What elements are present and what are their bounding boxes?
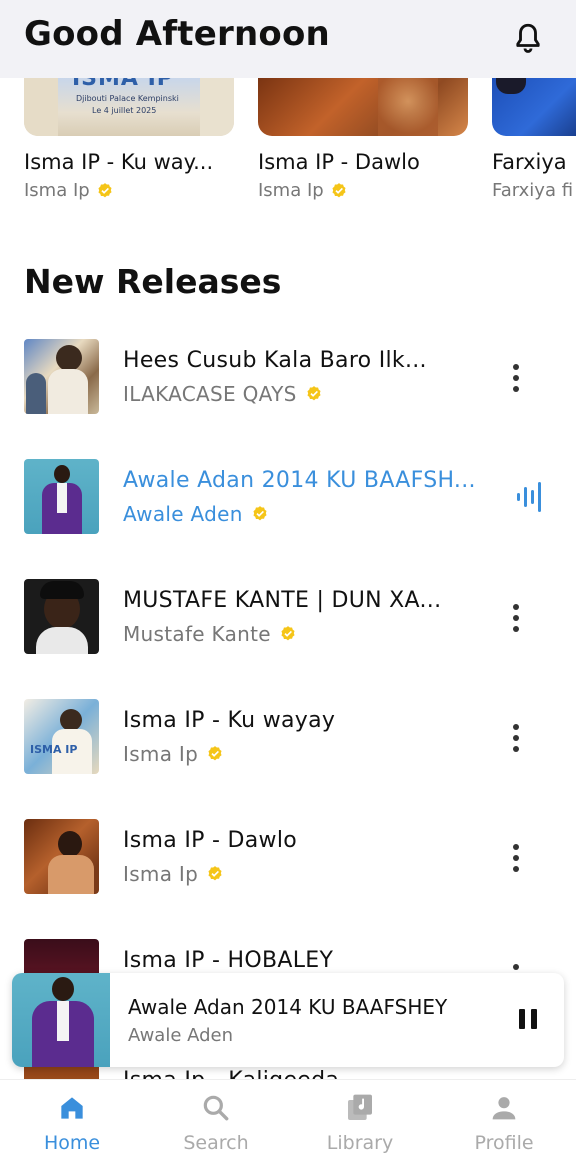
nav-label: Home — [43, 1132, 101, 1154]
verified-icon — [332, 182, 346, 197]
home-icon — [61, 1097, 83, 1119]
card-artist: Isma Ip — [258, 180, 470, 201]
nav-library[interactable]: Library — [288, 1080, 432, 1167]
list-item[interactable]: MUSTAFE KANTE | DUN XA... Mustafe Kante — [0, 570, 576, 670]
track-artist: Awale Aden — [123, 502, 269, 526]
track-artist: Isma Ip — [123, 862, 224, 886]
nav-label: Profile — [474, 1132, 534, 1154]
nav-profile[interactable]: Profile — [432, 1080, 576, 1167]
verified-icon — [307, 386, 321, 401]
nav-home[interactable]: Home — [0, 1080, 144, 1167]
now-playing-thumbnail — [12, 973, 110, 1067]
track-title: Isma IP - HOBALEY — [123, 948, 334, 973]
pause-icon[interactable] — [517, 1007, 539, 1031]
card-title: Isma IP - Dawlo — [258, 150, 420, 174]
mini-player[interactable]: Awale Adan 2014 KU BAAFSHEY Awale Aden — [12, 973, 564, 1067]
now-playing-artist: Awale Aden — [128, 1025, 234, 1046]
track-artist: Mustafe Kante — [123, 622, 297, 646]
track-thumbnail — [24, 459, 99, 534]
card-artist: Isma Ip — [24, 180, 236, 201]
list-item[interactable]: Awale Adan 2014 KU BAAFSH... Awale Aden — [0, 450, 576, 550]
search-icon — [203, 1095, 229, 1121]
bell-icon[interactable] — [510, 20, 546, 56]
verified-icon — [208, 746, 222, 761]
track-title: MUSTAFE KANTE | DUN XA... — [123, 588, 442, 613]
track-title: Hees Cusub Kala Baro Ilk... — [123, 348, 427, 373]
verified-icon — [98, 182, 112, 197]
bottom-navigation: Home Search Library Profile — [0, 1079, 576, 1167]
thumbnail-brand: ISMA IP — [30, 743, 78, 756]
verified-icon — [253, 506, 267, 521]
now-playing-equalizer-icon — [517, 482, 541, 512]
track-title: Isma IP - Dawlo — [123, 828, 298, 853]
verified-icon — [208, 866, 222, 881]
track-artist-name: Awale Aden — [123, 502, 243, 526]
track-artist: ILAKACASE QAYS — [123, 382, 323, 406]
card-artist-name: Farxiya fi — [492, 180, 574, 201]
library-icon — [348, 1094, 372, 1120]
card-artist-name: Isma Ip — [258, 180, 324, 201]
poster-line: Djibouti Palace Kempinski — [76, 94, 179, 103]
track-thumbnail — [24, 339, 99, 414]
track-artist-name: ILAKACASE QAYS — [123, 382, 297, 406]
carousel-card[interactable]: Isma IP - Dawlo Isma Ip — [258, 78, 470, 201]
track-thumbnail — [24, 819, 99, 894]
track-thumbnail: ISMA IP — [24, 699, 99, 774]
list-item[interactable]: Isma IP - Dawlo Isma Ip — [0, 810, 576, 910]
list-item[interactable]: Hees Cusub Kala Baro Ilk... ILAKACASE QA… — [0, 330, 576, 430]
carousel-card[interactable]: ISMA IP Djibouti Palace Kempinski Le 4 j… — [24, 78, 236, 201]
track-artist-name: Isma Ip — [123, 862, 199, 886]
track-thumbnail — [24, 579, 99, 654]
more-options-icon[interactable] — [502, 600, 530, 636]
track-artist: Isma Ip — [123, 742, 224, 766]
nav-search[interactable]: Search — [144, 1080, 288, 1167]
track-artist-name: Mustafe Kante — [123, 622, 271, 646]
more-options-icon[interactable] — [502, 360, 530, 396]
list-item[interactable]: ISMA IP Isma IP - Ku wayay Isma Ip — [0, 690, 576, 790]
album-art — [258, 78, 468, 136]
poster-line: Le 4 juillet 2025 — [92, 106, 157, 115]
recent-carousel[interactable]: ISMA IP Djibouti Palace Kempinski Le 4 j… — [0, 78, 576, 218]
track-title: Awale Adan 2014 KU BAAFSH... — [123, 468, 476, 493]
poster-brand: ISMA IP — [72, 78, 174, 91]
nav-label: Search — [183, 1132, 249, 1154]
album-art: ISMA IP Djibouti Palace Kempinski Le 4 j… — [24, 78, 234, 136]
section-title-new-releases: New Releases — [24, 262, 282, 301]
card-title: Isma IP - Ku way... — [24, 150, 214, 174]
track-title: Isma IP - Ku wayay — [123, 708, 336, 733]
card-title: Farxiya — [492, 150, 567, 174]
greeting-title: Good Afternoon — [24, 14, 330, 54]
card-artist-name: Isma Ip — [24, 180, 90, 201]
card-artist: Farxiya fi — [492, 180, 576, 201]
more-options-icon[interactable] — [502, 720, 530, 756]
nav-label: Library — [326, 1132, 394, 1154]
now-playing-title: Awale Adan 2014 KU BAAFSHEY — [128, 995, 448, 1019]
profile-icon — [492, 1097, 516, 1120]
verified-icon — [281, 626, 295, 641]
carousel-card[interactable]: Farxiya Farxiya fi — [492, 78, 576, 201]
album-art — [492, 78, 576, 136]
track-artist-name: Isma Ip — [123, 742, 199, 766]
app-header: Good Afternoon — [0, 0, 576, 78]
more-options-icon[interactable] — [502, 840, 530, 876]
